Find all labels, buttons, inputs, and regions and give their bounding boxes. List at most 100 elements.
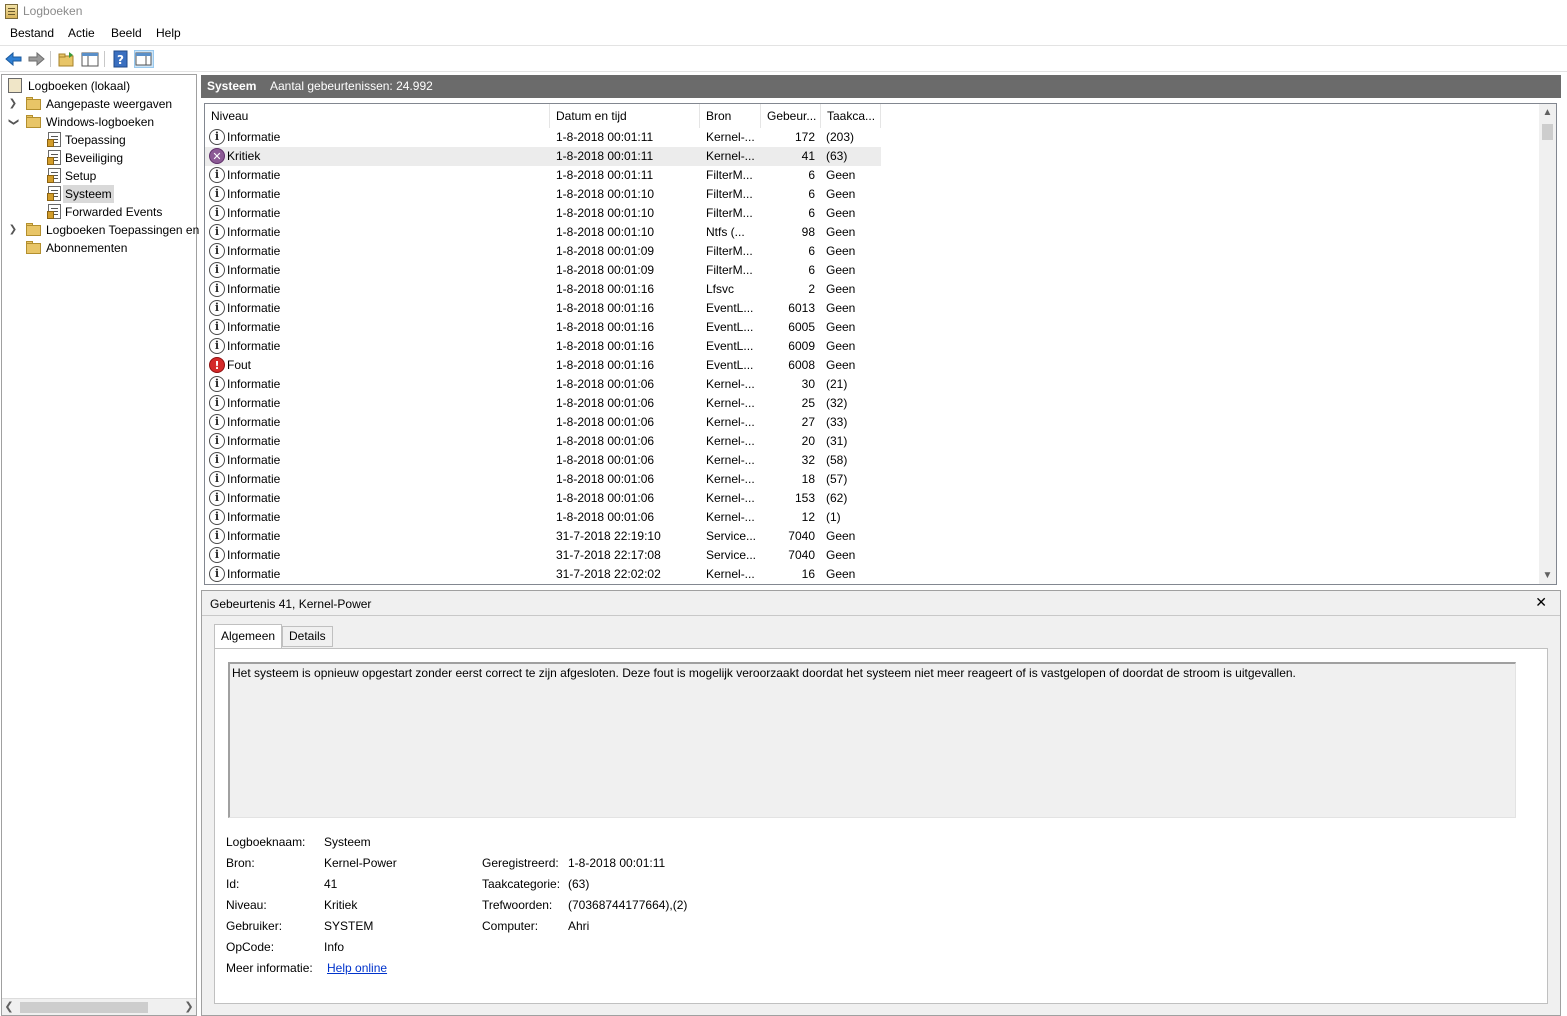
- tab-algemeen[interactable]: Algemeen: [214, 624, 283, 649]
- log-icon: [47, 132, 61, 147]
- event-list-header: Niveau Datum en tijd Bron Gebeur... Taak…: [205, 104, 1541, 128]
- cell-level: Informatie: [227, 510, 281, 524]
- scrollbar-thumb[interactable]: [20, 1002, 148, 1013]
- cell-task-category: (203): [826, 130, 855, 144]
- cell-event-id: 6: [808, 187, 815, 201]
- scroll-left-icon[interactable]: ❮: [2, 999, 16, 1016]
- scroll-right-icon[interactable]: ❯: [182, 999, 196, 1016]
- event-row[interactable]: ! Fout 1-8-2018 00:01:16 EventL... 6008 Geen: [205, 356, 881, 375]
- cell-task-category: Geen: [826, 244, 856, 258]
- label-more-info: Meer informatie:: [226, 961, 313, 975]
- show-hide-action-pane-icon[interactable]: [134, 50, 154, 68]
- cell-event-id: 7040: [788, 548, 815, 562]
- tab-details[interactable]: Details: [282, 626, 333, 647]
- event-description-box[interactable]: Het systeem is opnieuw opgestart zonder …: [228, 662, 1516, 818]
- show-hide-tree-icon[interactable]: [80, 50, 100, 68]
- chevron-right-icon[interactable]: ❯: [8, 221, 18, 239]
- back-arrow-icon[interactable]: [4, 50, 24, 68]
- event-row[interactable]: i Informatie 31-7-2018 22:02:02 Kernel-... 1…: [205, 565, 881, 584]
- open-folder-icon[interactable]: [57, 50, 77, 68]
- help-icon[interactable]: ?: [111, 50, 131, 68]
- title-bar: Logboeken: [0, 0, 1567, 24]
- help-online-link[interactable]: Help online: [327, 961, 387, 975]
- event-row[interactable]: i Informatie 1-8-2018 00:01:09 FilterM... 6 G…: [205, 242, 881, 261]
- event-row[interactable]: i Informatie 1-8-2018 00:01:16 EventL... 600…: [205, 318, 881, 337]
- column-header-level[interactable]: Niveau: [205, 104, 550, 128]
- event-row[interactable]: i Informatie 1-8-2018 00:01:10 FilterM... 6 G…: [205, 204, 881, 223]
- event-row[interactable]: i Informatie 31-7-2018 22:17:08 Service... 7…: [205, 546, 881, 565]
- cell-task-category: (62): [826, 491, 848, 505]
- event-description: Het systeem is opnieuw opgestart zonder …: [232, 666, 1296, 680]
- value-user: SYSTEM: [324, 919, 374, 933]
- close-icon[interactable]: ✕: [1535, 594, 1547, 611]
- cell-source: FilterM...: [706, 263, 753, 277]
- log-icon: [47, 204, 61, 219]
- menu-beeld[interactable]: Beeld: [111, 26, 142, 40]
- cell-event-id: 6009: [788, 339, 815, 353]
- cell-date: 1-8-2018 00:01:09: [556, 244, 655, 258]
- event-row[interactable]: i Informatie 1-8-2018 00:01:16 Lfsvc 2 Geen: [205, 280, 881, 299]
- event-row[interactable]: i Informatie 31-7-2018 22:19:10 Service... 7…: [205, 527, 881, 546]
- event-row[interactable]: i Informatie 1-8-2018 00:01:06 Kernel-... 27…: [205, 413, 881, 432]
- event-detail-title: Gebeurtenis 41, Kernel-Power: [210, 597, 372, 611]
- cell-task-category: Geen: [826, 187, 856, 201]
- cell-date: 1-8-2018 00:01:16: [556, 282, 655, 296]
- cell-source: EventL...: [706, 339, 754, 353]
- event-row[interactable]: i Informatie 1-8-2018 00:01:06 Kernel-... 25…: [205, 394, 881, 413]
- column-header-source[interactable]: Bron: [700, 104, 761, 128]
- event-row[interactable]: i Informatie 1-8-2018 00:01:09 FilterM... 6 G…: [205, 261, 881, 280]
- scrollbar-thumb[interactable]: [1542, 124, 1553, 140]
- event-row[interactable]: i Informatie 1-8-2018 00:01:11 Kernel-... 17…: [205, 128, 881, 147]
- menu-actie[interactable]: Actie: [68, 26, 95, 40]
- event-row[interactable]: i Informatie 1-8-2018 00:01:06 Kernel-... 15…: [205, 489, 881, 508]
- cell-event-id: 2: [808, 282, 815, 296]
- event-row[interactable]: ✕ Kritiek 1-8-2018 00:01:11 Kernel-... 41 (63…: [205, 147, 881, 166]
- forward-arrow-icon[interactable]: [26, 50, 46, 68]
- value-level: Kritiek: [324, 898, 358, 912]
- cell-level: Informatie: [227, 396, 281, 410]
- cell-date: 1-8-2018 00:01:10: [556, 187, 655, 201]
- chevron-right-icon[interactable]: ❯: [8, 95, 18, 113]
- folder-icon: [26, 223, 42, 237]
- tree-horizontal-scrollbar[interactable]: ❮ ❯: [2, 998, 196, 1015]
- window-title: Logboeken: [23, 4, 83, 18]
- column-header-task-category[interactable]: Taakca...: [821, 104, 881, 128]
- label-computer: Computer:: [482, 919, 539, 933]
- event-row[interactable]: i Informatie 1-8-2018 00:01:06 Kernel-... 18…: [205, 470, 881, 489]
- event-row[interactable]: i Informatie 1-8-2018 00:01:16 EventL... 601…: [205, 299, 881, 318]
- column-header-date[interactable]: Datum en tijd: [550, 104, 700, 128]
- cell-date: 1-8-2018 00:01:06: [556, 434, 655, 448]
- event-row[interactable]: i Informatie 1-8-2018 00:01:06 Kernel-... 30…: [205, 375, 881, 394]
- chevron-down-icon[interactable]: ❯: [4, 117, 22, 127]
- event-row[interactable]: i Informatie 1-8-2018 00:01:06 Kernel-... 20…: [205, 432, 881, 451]
- cell-level: Informatie: [227, 491, 281, 505]
- information-icon: i: [209, 547, 225, 563]
- event-row[interactable]: i Informatie 1-8-2018 00:01:16 EventL... 600…: [205, 337, 881, 356]
- event-row[interactable]: i Informatie 1-8-2018 00:01:10 Ntfs (... 98 G…: [205, 223, 881, 242]
- event-row[interactable]: i Informatie 1-8-2018 00:01:11 FilterM... 6 G…: [205, 166, 881, 185]
- cell-date: 1-8-2018 00:01:06: [556, 453, 655, 467]
- tree-label: Beveiliging: [65, 151, 124, 165]
- cell-source: Kernel-...: [706, 130, 755, 144]
- event-row[interactable]: i Informatie 1-8-2018 00:01:06 Kernel-... 32…: [205, 451, 881, 470]
- cell-level: Informatie: [227, 415, 281, 429]
- event-row[interactable]: i Informatie 1-8-2018 00:01:10 FilterM... 6 G…: [205, 185, 881, 204]
- information-icon: i: [209, 205, 225, 221]
- tree-label: Systeem: [63, 185, 114, 203]
- toolbar-separator: [50, 51, 51, 67]
- event-detail-pane: Gebeurtenis 41, Kernel-Power ✕ Algemeen …: [201, 590, 1561, 1016]
- value-opcode: Info: [324, 940, 345, 954]
- cell-task-category: Geen: [826, 206, 856, 220]
- column-header-event-id[interactable]: Gebeur...: [761, 104, 821, 128]
- cell-event-id: 6013: [788, 301, 815, 315]
- scroll-down-icon[interactable]: ▼: [1539, 567, 1556, 584]
- menu-bestand[interactable]: Bestand: [10, 26, 54, 40]
- subscriptions-icon: [26, 241, 42, 255]
- value-keywords: (70368744177664),(2): [568, 898, 688, 912]
- event-row[interactable]: i Informatie 1-8-2018 00:01:06 Kernel-... 12…: [205, 508, 881, 527]
- menu-help[interactable]: Help: [156, 26, 181, 40]
- log-header: Systeem Aantal gebeurtenissen: 24.992: [201, 75, 1561, 98]
- log-icon: [47, 168, 61, 183]
- scroll-up-icon[interactable]: ▲: [1539, 104, 1556, 121]
- event-list-vertical-scrollbar[interactable]: ▲ ▼: [1539, 104, 1556, 584]
